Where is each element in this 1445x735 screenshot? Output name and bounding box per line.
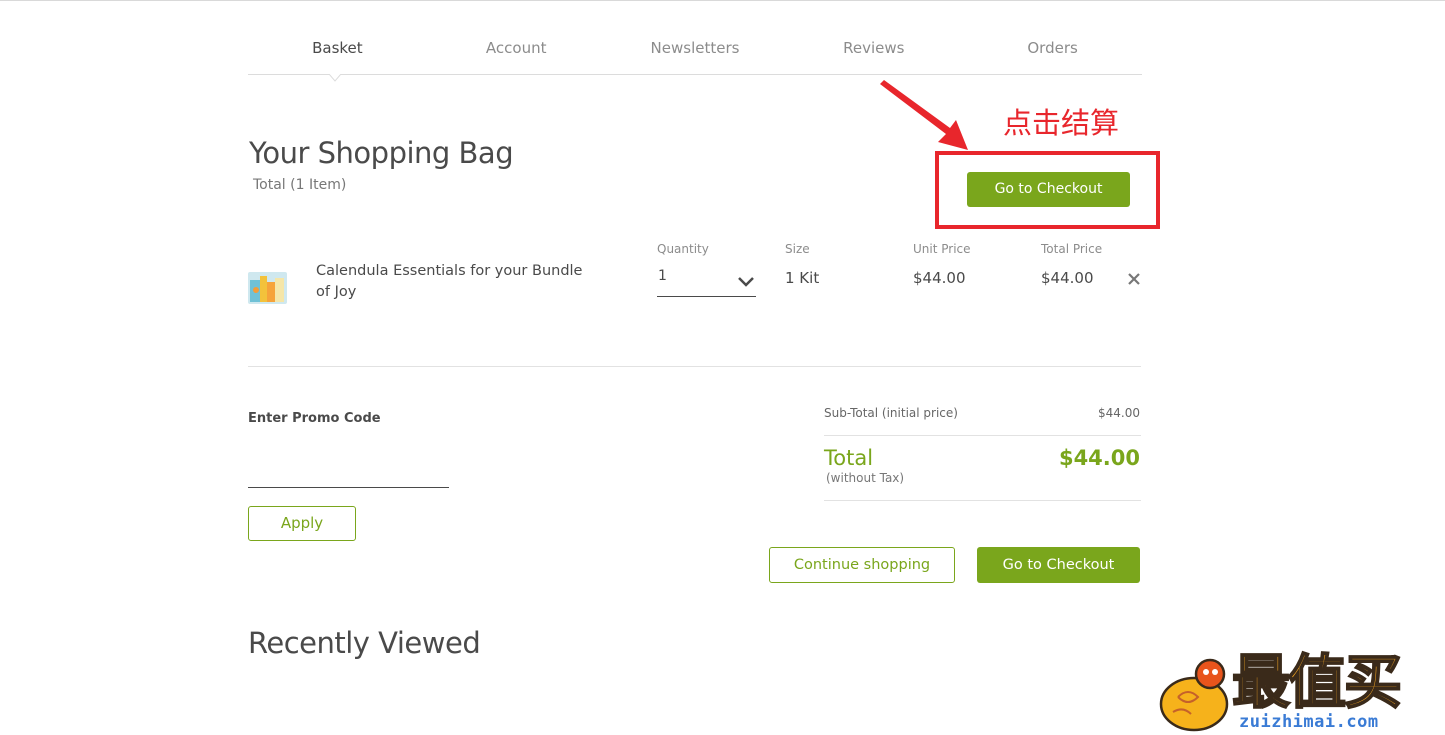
- total-tax-note: (without Tax): [826, 471, 905, 485]
- continue-shopping-button[interactable]: Continue shopping: [769, 547, 955, 583]
- account-tabs: Basket Account Newsletters Reviews Order…: [248, 30, 1142, 75]
- tab-account[interactable]: Account: [427, 30, 606, 74]
- subtotal-label: Sub-Total (initial price): [824, 406, 958, 420]
- checkout-button-top[interactable]: Go to Checkout: [967, 172, 1130, 207]
- tab-newsletters[interactable]: Newsletters: [606, 30, 785, 74]
- chevron-down-icon: [738, 277, 754, 287]
- total-label: Total: [824, 446, 874, 470]
- watermark-logo-text: 最值买: [1231, 648, 1403, 716]
- top-border: [0, 0, 1445, 1]
- total-price-value: $44.00: [1041, 269, 1094, 287]
- summary-divider-bottom: [824, 500, 1141, 501]
- tab-basket[interactable]: Basket: [248, 30, 427, 74]
- annotation-text: 点击结算: [1003, 106, 1120, 140]
- promo-code-input[interactable]: [248, 455, 449, 488]
- product-thumbnail[interactable]: [248, 272, 287, 304]
- size-value: 1 Kit: [785, 269, 820, 287]
- tab-orders[interactable]: Orders: [963, 30, 1142, 74]
- quantity-value: 1: [658, 268, 667, 284]
- total-value: $44.00: [1058, 446, 1140, 470]
- section-divider: [248, 366, 1141, 367]
- unit-price-label: Unit Price: [913, 242, 971, 256]
- tab-reviews[interactable]: Reviews: [784, 30, 963, 74]
- unit-price-value: $44.00: [913, 269, 966, 287]
- product-name[interactable]: Calendula Essentials for your Bundle of …: [316, 261, 591, 303]
- close-icon[interactable]: [1127, 272, 1141, 286]
- apply-promo-button[interactable]: Apply: [248, 506, 356, 541]
- recently-viewed-title: Recently Viewed: [248, 626, 481, 660]
- mascot-logo-icon: [1159, 658, 1229, 732]
- quantity-label: Quantity: [657, 242, 709, 256]
- summary-divider: [824, 435, 1141, 436]
- quantity-select[interactable]: 1: [657, 266, 756, 297]
- subtotal-value: $44.00: [1098, 406, 1140, 420]
- product-image-icon: [248, 272, 287, 304]
- page-title: Your Shopping Bag: [249, 136, 514, 170]
- active-tab-caret-icon: [329, 74, 341, 82]
- size-label: Size: [785, 242, 810, 256]
- annotation-arrow-icon: [880, 80, 968, 150]
- watermark-url: zuizhimai.com: [1239, 712, 1379, 732]
- checkout-button-bottom[interactable]: Go to Checkout: [977, 547, 1140, 583]
- promo-code-label: Enter Promo Code: [248, 411, 381, 426]
- total-price-label: Total Price: [1041, 242, 1103, 256]
- item-count: Total (1 Item): [253, 177, 347, 193]
